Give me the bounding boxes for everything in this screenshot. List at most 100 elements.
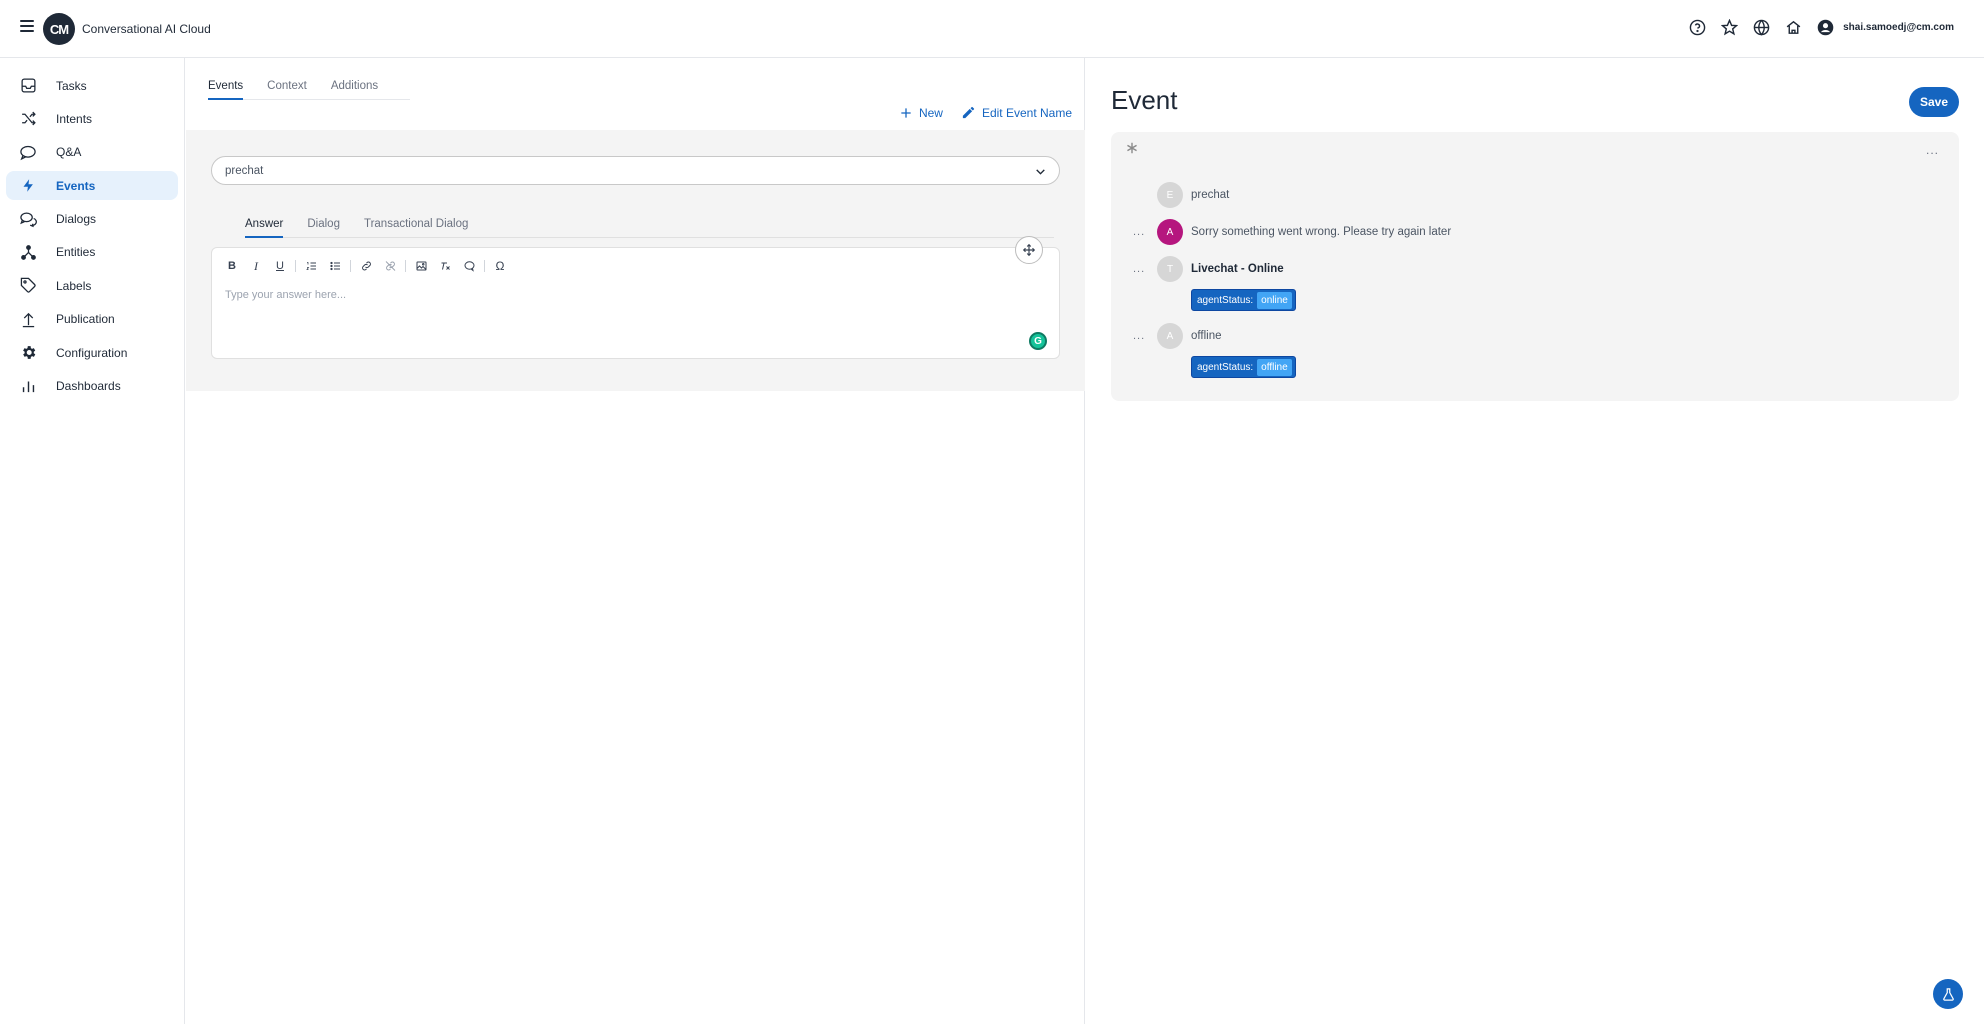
underline-button[interactable]: U	[270, 257, 290, 275]
sidebar-item-label: Q&A	[56, 145, 82, 160]
save-button[interactable]: Save	[1909, 87, 1959, 117]
sidebar-item-label: Tasks	[56, 78, 87, 93]
lightning-icon	[19, 177, 37, 195]
sidebar-item-events[interactable]: Events	[6, 171, 178, 201]
avatar: T	[1157, 256, 1183, 282]
condition-tag-value: online	[1257, 291, 1292, 309]
sidebar-item-label: Labels	[56, 278, 92, 293]
sidebar-item-publication[interactable]: Publication	[6, 305, 178, 334]
sidebar-item-label: Configuration	[56, 345, 128, 360]
top-header: CM Conversational AI Cloud shai.samoedj@…	[0, 0, 1984, 58]
inbox-icon	[19, 77, 37, 95]
numbered-list-icon[interactable]	[301, 257, 321, 275]
cm-logo: CM	[43, 13, 75, 45]
sidebar-item-intents[interactable]: Intents	[6, 104, 178, 133]
lab-flask-icon[interactable]	[1933, 979, 1963, 1009]
event-select-value: prechat	[225, 164, 264, 177]
gear-icon	[19, 344, 37, 362]
tab-answer[interactable]: Answer	[245, 218, 284, 238]
event-select[interactable]: prechat	[211, 156, 1060, 185]
avatar: A	[1157, 323, 1183, 349]
flow-row-text[interactable]: Sorry something went wrong. Please try a…	[1191, 226, 1451, 238]
answer-placeholder: Type your answer here...	[225, 289, 347, 301]
italic-button[interactable]: I	[246, 257, 266, 275]
condition-tag[interactable]: agentStatus: online	[1191, 289, 1296, 311]
unlink-icon[interactable]	[380, 257, 400, 275]
row-menu-icon[interactable]: ...	[1133, 331, 1145, 342]
avatar: A	[1157, 219, 1183, 245]
tab-additions[interactable]: Additions	[331, 80, 378, 100]
sidebar-item-label: Dashboards	[56, 379, 121, 394]
bar-chart-icon	[19, 377, 37, 395]
row-menu-icon[interactable]: ...	[1133, 227, 1145, 238]
toolbar-divider	[405, 260, 406, 272]
sidebar-item-dialogs[interactable]: Dialogs	[6, 205, 178, 234]
link-icon[interactable]	[356, 257, 376, 275]
home-icon[interactable]	[1783, 17, 1803, 37]
new-event-button[interactable]: New	[899, 106, 943, 120]
comment-icon[interactable]	[459, 257, 479, 275]
remove-format-icon[interactable]	[435, 257, 455, 275]
grammarly-icon[interactable]: G	[1029, 332, 1047, 350]
sidebar-item-entities[interactable]: Entities	[6, 238, 178, 267]
edit-event-name-button[interactable]: Edit Event Name	[961, 105, 1072, 120]
toolbar-divider	[484, 260, 485, 272]
more-options-icon[interactable]: ...	[1926, 144, 1939, 156]
entities-icon	[19, 243, 37, 261]
bold-button[interactable]: B	[222, 257, 242, 275]
chevron-down-icon	[1036, 169, 1045, 175]
sidebar-item-label: Events	[56, 178, 96, 193]
condition-tag[interactable]: agentStatus: offline	[1191, 356, 1296, 378]
chat-bubble-icon	[19, 143, 37, 161]
plus-icon	[901, 107, 911, 118]
answer-type-tabs: Answer Dialog Transactional Dialog	[245, 218, 1054, 238]
answer-editor[interactable]: B I U Ω Type your answer here... G	[211, 247, 1060, 359]
avatar: E	[1157, 182, 1183, 208]
row-menu-icon[interactable]: ...	[1133, 264, 1145, 275]
star-icon[interactable]	[1719, 17, 1739, 37]
event-editor-panel: Events Context Additions New Edit Event …	[186, 58, 1085, 1024]
tab-dialog[interactable]: Dialog	[307, 218, 340, 238]
hamburger-menu-icon[interactable]	[20, 20, 34, 36]
new-event-label: New	[918, 105, 943, 120]
sidebar-item-tasks[interactable]: Tasks	[6, 71, 178, 100]
sidebar: Tasks Intents Q&A Events Dialogs Entitie…	[0, 58, 185, 1024]
account-icon[interactable]	[1815, 17, 1835, 37]
app-title: Conversational AI Cloud	[82, 22, 211, 36]
tag-icon	[19, 277, 37, 295]
sidebar-item-dashboards[interactable]: Dashboards	[6, 372, 178, 401]
special-character-icon[interactable]: Ω	[490, 257, 510, 275]
flow-row-text[interactable]: Livechat - Online	[1191, 263, 1284, 275]
sidebar-item-label: Publication	[56, 312, 115, 327]
user-email[interactable]: shai.samoedj@cm.com	[1843, 22, 1954, 33]
event-flow-card: ... E prechat ... A Sorry something went…	[1111, 132, 1959, 401]
tab-context[interactable]: Context	[267, 80, 307, 100]
move-icon[interactable]	[1015, 236, 1043, 264]
page-title: Event	[1111, 85, 1178, 115]
sidebar-item-label: Intents	[56, 111, 93, 126]
shuffle-icon	[19, 110, 37, 128]
condition-tag-key: agentStatus:	[1197, 294, 1254, 306]
toolbar-divider	[350, 260, 351, 272]
sidebar-item-labels[interactable]: Labels	[6, 271, 178, 300]
tab-events[interactable]: Events	[208, 80, 244, 100]
tab-transactional-dialog[interactable]: Transactional Dialog	[364, 218, 468, 238]
sidebar-item-configuration[interactable]: Configuration	[6, 338, 178, 367]
globe-icon[interactable]	[1751, 17, 1771, 37]
event-flow-panel: Event Save ... E prechat ... A Sorry som…	[1086, 58, 1984, 1024]
sidebar-item-label: Entities	[56, 245, 96, 260]
asterisk-icon	[1127, 142, 1137, 154]
bullet-list-icon[interactable]	[325, 257, 345, 275]
event-content-section: prechat Answer Dialog Transactional Dial…	[186, 130, 1085, 391]
flow-row-text: prechat	[1191, 189, 1230, 201]
condition-tag-key: agentStatus:	[1197, 361, 1254, 373]
image-icon[interactable]	[411, 257, 431, 275]
sidebar-item-label: Dialogs	[56, 212, 97, 227]
help-icon[interactable]	[1687, 17, 1707, 37]
sidebar-item-qa[interactable]: Q&A	[6, 138, 178, 167]
upload-icon	[19, 310, 37, 328]
flow-row-text[interactable]: offline	[1191, 330, 1221, 342]
editor-toolbar: B I U Ω	[222, 257, 510, 275]
edit-event-name-label: Edit Event Name	[981, 105, 1072, 120]
dialogs-icon	[19, 210, 37, 228]
